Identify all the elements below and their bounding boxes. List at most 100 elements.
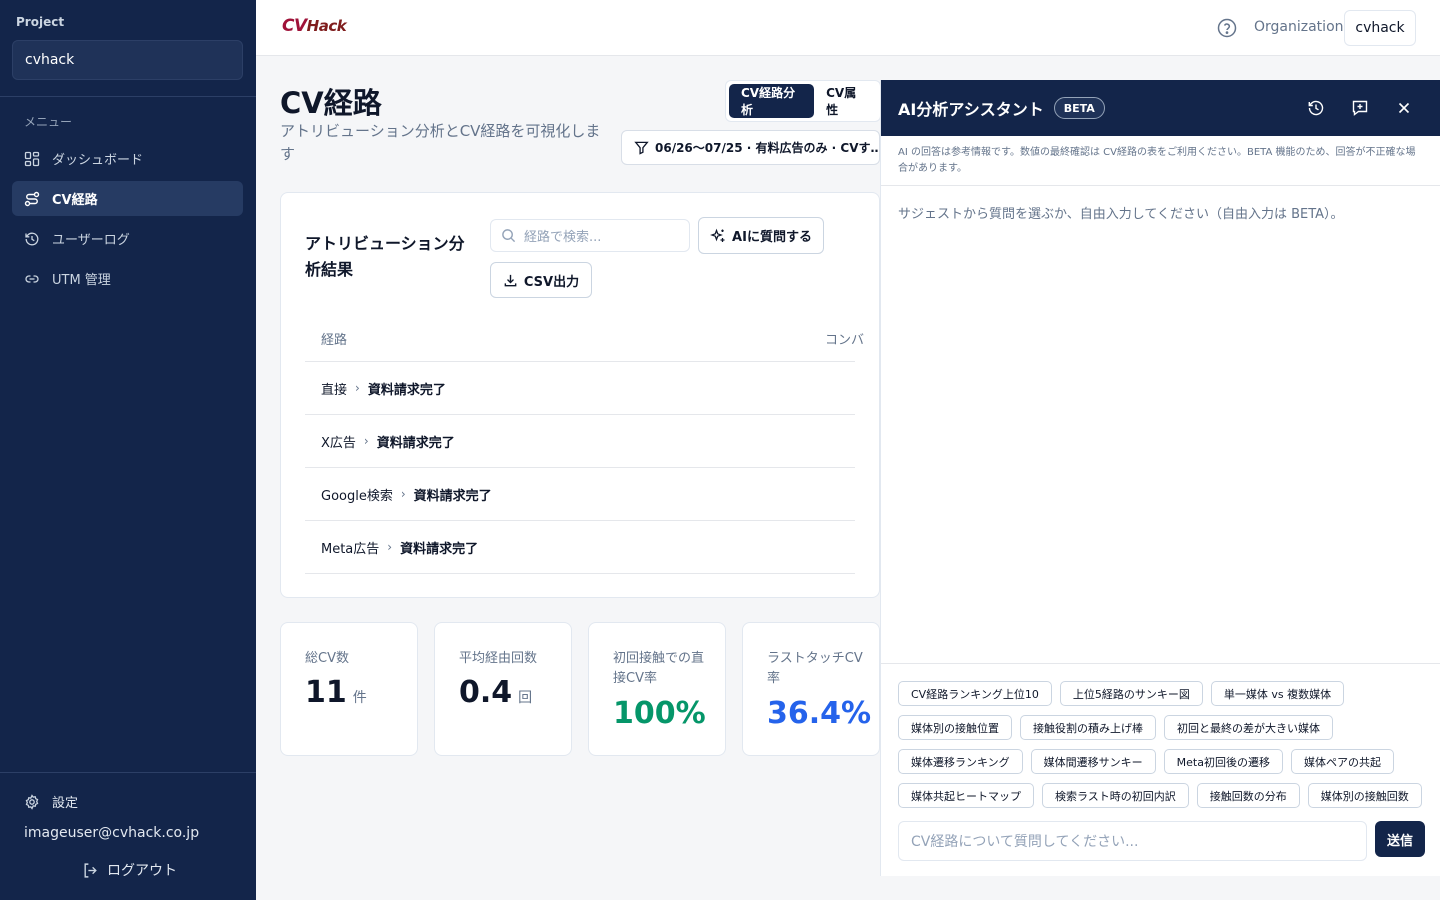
- page-title: CV経路: [280, 86, 382, 120]
- table-row[interactable]: 直接 › 資料請求完了: [305, 362, 855, 415]
- suggestion-chip[interactable]: 上位5経路のサンキー図: [1059, 681, 1203, 706]
- stat-unit: 回: [518, 690, 533, 706]
- sidebar: Project cvhack メニュー ダッシュボード CV経路 ユーザーログ …: [0, 0, 256, 900]
- sidebar-item-cv-path[interactable]: CV経路: [12, 181, 243, 216]
- stat-card-avg-touches: 平均経由回数 0.4 回: [434, 622, 572, 756]
- stat-number: 11: [305, 675, 347, 710]
- suggestion-chip[interactable]: 初回と最終の差が大きい媒体: [1164, 715, 1333, 740]
- sidebar-divider: [0, 772, 256, 773]
- chevron-right-icon: ›: [387, 540, 393, 554]
- suggestion-chip[interactable]: 媒体間遷移サンキー: [1030, 749, 1156, 774]
- suggestion-area: CV経路ランキング上位10 上位5経路のサンキー図 単一媒体 vs 複数媒体 媒…: [881, 663, 1440, 876]
- project-label: Project: [16, 15, 65, 29]
- csv-export-button[interactable]: CSV出力: [490, 262, 592, 298]
- suggestion-chip[interactable]: 検索ラスト時の初回内訳: [1042, 783, 1189, 808]
- close-icon[interactable]: [1395, 99, 1413, 117]
- organization-select[interactable]: cvhack: [1344, 10, 1416, 46]
- chevron-right-icon: ›: [400, 487, 406, 501]
- logo-hack: Hack: [306, 17, 347, 35]
- path-step: 資料請求完了: [413, 488, 492, 504]
- sparkles-icon: [710, 228, 725, 242]
- suggestion-chip[interactable]: 媒体共起ヒートマップ: [898, 783, 1034, 808]
- table-row[interactable]: Google検索 › 資料請求完了: [305, 468, 855, 521]
- send-button[interactable]: 送信: [1375, 821, 1425, 857]
- suggestion-chip[interactable]: 単一媒体 vs 複数媒体: [1210, 681, 1345, 706]
- suggestion-chip[interactable]: 接触役割の積み上げ棒: [1020, 715, 1156, 740]
- column-header-path[interactable]: 経路: [321, 329, 347, 348]
- question-input[interactable]: CV経路について質問してください...: [898, 821, 1367, 861]
- chevron-right-icon: ›: [363, 434, 369, 448]
- beta-badge: BETA: [1053, 97, 1105, 119]
- stat-label: 初回接触での直接CV率: [613, 651, 705, 686]
- page-subtitle: アトリビューション分析とCV経路を可視化します: [280, 122, 601, 163]
- ai-hint: サジェストから質問を選ぶか、自由入力してください（自由入力は BETA）。: [898, 207, 1344, 222]
- app-logo[interactable]: CVHack: [282, 16, 347, 36]
- path-search-input[interactable]: 経路で検索...: [490, 219, 690, 252]
- stat-number: 0.4: [459, 675, 513, 710]
- suggestion-chip[interactable]: 接触回数の分布: [1196, 783, 1300, 808]
- stat-value: 36.4%: [767, 696, 872, 731]
- card-title: アトリビューション分析結果: [305, 234, 465, 279]
- filter-label: 06/26〜07/25 · 有料広告のみ · CVす…: [655, 141, 880, 155]
- sidebar-item-user-log[interactable]: ユーザーログ: [12, 221, 243, 256]
- stat-value: 0.4 回: [459, 675, 532, 710]
- stat-card-last-touch-rate: ラストタッチCV率 36.4%: [742, 622, 880, 756]
- ask-ai-label: AIに質問する: [732, 230, 812, 245]
- table-row[interactable]: Meta広告 › 資料請求完了: [305, 521, 855, 574]
- organization-label: Organization: [1254, 19, 1344, 35]
- settings-link[interactable]: 設定: [24, 792, 78, 811]
- suggestion-chip[interactable]: 媒体別の接触回数: [1307, 783, 1422, 808]
- history-icon: [25, 232, 39, 245]
- stat-unit: 件: [352, 690, 367, 706]
- suggestion-chip[interactable]: 媒体別の接触位置: [898, 715, 1012, 740]
- ai-panel-title: AI分析アシスタント: [898, 100, 1044, 119]
- view-toggle: CV経路分析 CV属性: [725, 80, 881, 122]
- column-header-conversions[interactable]: コンバ: [825, 329, 864, 348]
- stat-label: 平均経由回数: [459, 651, 538, 666]
- suggestion-chip[interactable]: CV経路ランキング上位10: [898, 681, 1052, 706]
- path-step: X広告: [321, 435, 356, 451]
- new-chat-icon[interactable]: [1351, 99, 1369, 117]
- path-step: Google検索: [321, 488, 393, 504]
- path-step: 資料請求完了: [376, 435, 455, 451]
- ai-assistant-panel: AI分析アシスタント BETA AI の回答は参考情報です。数値の最終確認は C…: [880, 80, 1440, 876]
- sidebar-item-dashboard[interactable]: ダッシュボード: [12, 141, 243, 176]
- sidebar-divider: [0, 96, 256, 97]
- stat-value: 11 件: [305, 675, 367, 710]
- sidebar-item-label: ユーザーログ: [52, 233, 130, 248]
- stat-card-total-cv: 総CV数 11 件: [280, 622, 418, 756]
- csv-export-label: CSV出力: [523, 274, 580, 290]
- sidebar-item-utm[interactable]: UTM 管理: [12, 261, 243, 296]
- stat-value: 100%: [613, 696, 706, 731]
- sidebar-nav: ダッシュボード CV経路 ユーザーログ UTM 管理: [12, 141, 243, 301]
- suggestion-chip[interactable]: 媒体ペアの共起: [1290, 749, 1394, 774]
- link-icon: [25, 274, 39, 283]
- ask-ai-button[interactable]: AIに質問する: [698, 217, 824, 254]
- stat-label: ラストタッチCV率: [767, 651, 863, 686]
- dashboard-icon: [24, 151, 40, 166]
- path-step: 資料請求完了: [367, 382, 446, 398]
- path-step: 資料請求完了: [400, 541, 479, 557]
- suggestion-chip[interactable]: Meta初回後の遷移: [1163, 749, 1283, 774]
- filter-button[interactable]: 06/26〜07/25 · 有料広告のみ · CVす…: [621, 130, 880, 165]
- tab-cv-attributes[interactable]: CV属性: [814, 84, 877, 118]
- route-icon: [24, 191, 40, 206]
- settings-label: 設定: [52, 796, 79, 811]
- help-icon[interactable]: [1217, 18, 1237, 38]
- chevron-right-icon: ›: [355, 381, 360, 395]
- history-icon[interactable]: [1307, 99, 1325, 117]
- search-icon: [502, 229, 516, 243]
- project-select[interactable]: cvhack: [12, 40, 243, 80]
- logout-icon: [84, 862, 97, 878]
- ai-disclaimer: AI の回答は参考情報です。数値の最終確認は CV経路の表をご利用ください。BE…: [881, 136, 1440, 186]
- table-header: 経路 コンバ: [305, 315, 864, 362]
- logout-button[interactable]: ログアウト: [82, 860, 177, 880]
- sidebar-item-label: CV経路: [52, 193, 98, 208]
- suggestion-chip[interactable]: 媒体遷移ランキング: [898, 749, 1023, 774]
- stat-card-first-touch-rate: 初回接触での直接CV率 100%: [588, 622, 726, 756]
- suggestion-chips: CV経路ランキング上位10 上位5経路のサンキー図 単一媒体 vs 複数媒体 媒…: [898, 681, 1438, 817]
- attribution-table: 経路 コンバ 直接 › 資料請求完了 X広告 › 資料請求完了 Google検索…: [305, 315, 864, 574]
- table-row[interactable]: X広告 › 資料請求完了: [305, 415, 855, 468]
- tab-cv-path-analysis[interactable]: CV経路分析: [729, 84, 815, 118]
- attribution-card: アトリビューション分析結果 経路で検索... AIに質問する CSV出力 経路 …: [280, 192, 880, 598]
